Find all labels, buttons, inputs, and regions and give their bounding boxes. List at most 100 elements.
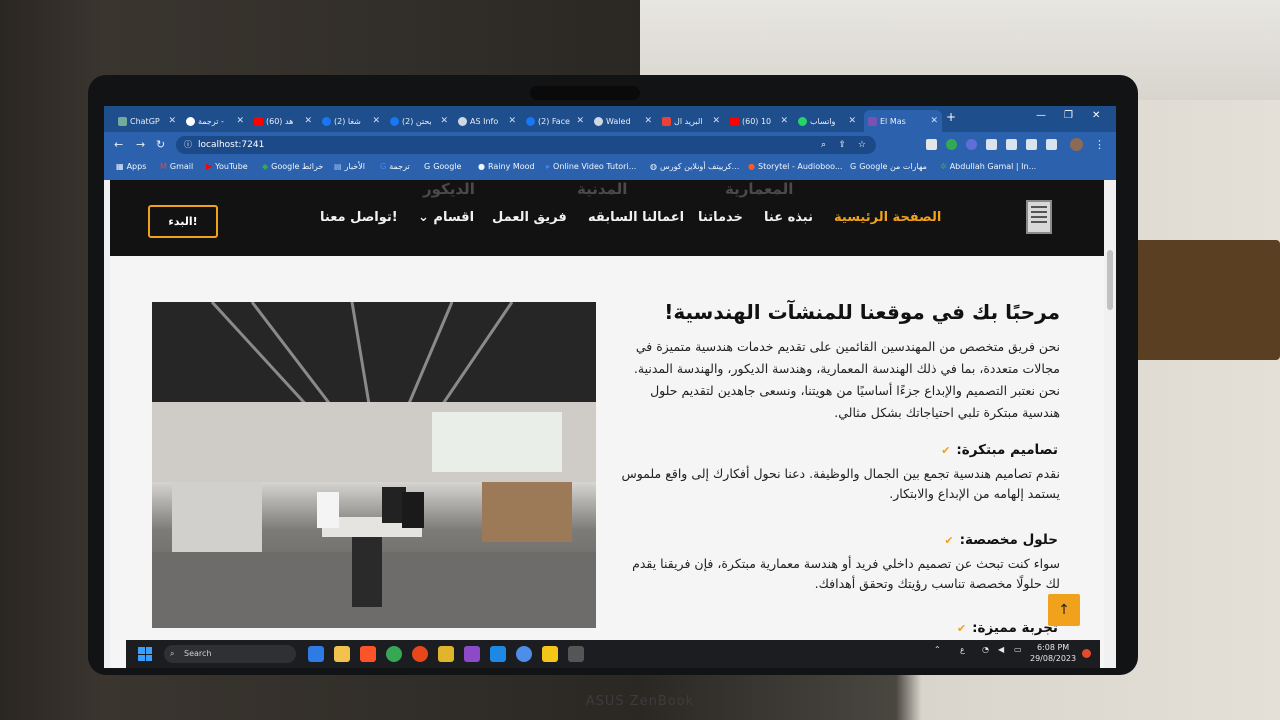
app-icon[interactable] (438, 646, 454, 662)
extension-icon[interactable] (986, 139, 997, 150)
bookmark-item[interactable]: ● Rainy Mood (478, 162, 535, 171)
tab[interactable]: البريد ال ✕ (658, 110, 724, 132)
bookmark-item[interactable]: ● Storytel - Audioboo... (748, 162, 842, 171)
chrome-icon[interactable] (386, 646, 402, 662)
nav-team[interactable]: فريق العمل (492, 210, 567, 225)
close-tab-icon[interactable]: ✕ (712, 116, 720, 126)
tab[interactable]: ChatGP ✕ (114, 110, 180, 132)
close-tab-icon[interactable]: ✕ (576, 116, 584, 126)
bookmark-item[interactable]: ◆ Google خرائط (262, 162, 323, 171)
close-tab-icon[interactable]: ✕ (304, 116, 312, 126)
apps-grid-icon: ▦ (116, 162, 124, 171)
ghost-word: المعمارية (725, 180, 794, 198)
todo-icon[interactable] (308, 646, 324, 662)
close-tab-icon[interactable]: ✕ (848, 116, 856, 126)
nav-contact[interactable]: تواصل معنا! (320, 210, 398, 225)
reload-icon[interactable]: ↻ (156, 138, 165, 151)
app-icon[interactable] (412, 646, 428, 662)
hero-title: مرحبًا بك في موقعنا للمنشآت الهندسية! (664, 300, 1060, 324)
bookmark-item[interactable]: M Gmail (160, 162, 193, 171)
sticky-notes-icon[interactable] (542, 646, 558, 662)
info-icon: ⓘ (184, 140, 192, 149)
extension-icon[interactable] (946, 139, 957, 150)
bookmark-item[interactable]: ▤ الأخبار (334, 162, 365, 171)
tab[interactable]: (2) شغا ✕ (318, 110, 384, 132)
close-tab-icon[interactable]: ✕ (168, 116, 176, 126)
address-bar[interactable]: ⓘ localhost:7241 ⌕ ⇪ ☆ (176, 136, 876, 154)
extension-icon[interactable] (966, 139, 977, 150)
taskbar-search[interactable]: ⌕ Search (164, 645, 296, 663)
menu-kebab-icon[interactable]: ⋮ (1094, 138, 1105, 151)
tab[interactable]: (2) Face ✕ (522, 110, 588, 132)
file-explorer-icon[interactable] (334, 646, 350, 662)
bookmark-item[interactable]: ▸ Online Video Tutori... (546, 162, 636, 171)
tab-active[interactable]: El Mas ✕ (864, 110, 942, 132)
close-tab-icon[interactable]: ✕ (644, 116, 652, 126)
clock[interactable]: 6:08 PM 29/08/2023 (1030, 642, 1076, 664)
tab[interactable]: (60) هد ✕ (250, 110, 316, 132)
nav-services[interactable]: خدماتنا (698, 210, 743, 225)
tab[interactable]: (60) 10 ✕ (726, 110, 792, 132)
close-tab-icon[interactable]: ✕ (930, 116, 938, 126)
battery-icon[interactable]: ▭ (1014, 645, 1022, 654)
site-logo[interactable] (1026, 200, 1052, 234)
scrollbar-thumb[interactable] (1107, 250, 1113, 310)
close-tab-icon[interactable]: ✕ (372, 116, 380, 126)
share-icon[interactable]: ⇪ (838, 136, 846, 154)
windows-taskbar: ⌕ Search ⌃ ع ◔ ◀ ▭ 6:08 PM 29/08/2023 (126, 640, 1100, 668)
scroll-top-button[interactable]: ↑ (1048, 594, 1080, 626)
puzzle-icon[interactable] (1006, 139, 1017, 150)
vscode-icon[interactable] (490, 646, 506, 662)
bookmark-item[interactable]: G ترجمة (380, 162, 410, 171)
volume-icon[interactable]: ◀ (998, 645, 1004, 654)
site-navbar: الديكور المدنية المعمارية البدء! تواصل م… (110, 180, 1104, 256)
close-tab-icon[interactable]: ✕ (508, 116, 516, 126)
close-tab-icon[interactable]: ✕ (236, 116, 244, 126)
new-tab-button[interactable]: + (946, 110, 956, 124)
bookmark-item[interactable]: ▶ YouTube (206, 162, 248, 171)
download-icon[interactable] (1026, 139, 1037, 150)
nav-sections[interactable]: ⌄ اقسام (418, 210, 474, 225)
forward-icon[interactable]: → (136, 138, 145, 151)
bookmark-item[interactable]: G Google مهارات من (850, 162, 927, 171)
notification-icon[interactable] (1082, 649, 1091, 658)
input-language[interactable]: ع (960, 645, 965, 654)
chrome-dev-icon[interactable] (516, 646, 532, 662)
page-scrollbar[interactable] (1104, 180, 1116, 668)
zoom-icon[interactable]: ⌕ (821, 136, 826, 154)
extension-icon[interactable] (926, 139, 937, 150)
tab[interactable]: واتساب ✕ (794, 110, 860, 132)
close-tab-icon[interactable]: ✕ (440, 116, 448, 126)
nav-about[interactable]: نبذه عنا (764, 210, 813, 225)
youtube-icon (254, 116, 263, 126)
maximize-icon[interactable]: ❐ (1064, 110, 1073, 121)
nav-previous-work[interactable]: اعمالنا السابقه (588, 210, 684, 225)
bookmark-item[interactable]: ✲ Abdullah Gamal | In... (940, 162, 1036, 171)
tab[interactable]: AS Info ✕ (454, 110, 520, 132)
bootstrap-icon (868, 116, 877, 126)
nav-home[interactable]: الصفحة الرئيسية (834, 210, 941, 225)
bookmark-star-icon[interactable]: ☆ (858, 136, 866, 154)
tab[interactable]: (2) بحتن ✕ (386, 110, 452, 132)
back-icon[interactable]: ← (114, 138, 123, 151)
maps-icon: ◆ (262, 162, 269, 171)
sidepanel-icon[interactable] (1046, 139, 1057, 150)
youtube-icon: ▶ (206, 162, 213, 171)
tab[interactable]: Waled ✕ (590, 110, 656, 132)
facebook-icon (322, 116, 331, 126)
windows-start-icon[interactable] (138, 647, 152, 661)
minimize-icon[interactable]: — (1036, 110, 1046, 121)
wifi-icon[interactable]: ◔ (982, 645, 989, 654)
terminal-icon[interactable] (568, 646, 584, 662)
start-button[interactable]: البدء! (148, 205, 218, 238)
bookmark-item[interactable]: ▦ Apps (116, 162, 146, 171)
bookmark-item[interactable]: G Google (424, 162, 461, 171)
tab[interactable]: ترجمة - ✕ (182, 110, 248, 132)
tray-chevron-icon[interactable]: ⌃ (934, 645, 941, 654)
bookmark-item[interactable]: ◍ كرييتف أونلاين كورس... (650, 162, 739, 171)
avatar[interactable] (1070, 138, 1083, 151)
close-tab-icon[interactable]: ✕ (780, 116, 788, 126)
visual-studio-icon[interactable] (464, 646, 480, 662)
brave-icon[interactable] (360, 646, 376, 662)
close-window-icon[interactable]: ✕ (1092, 110, 1100, 121)
